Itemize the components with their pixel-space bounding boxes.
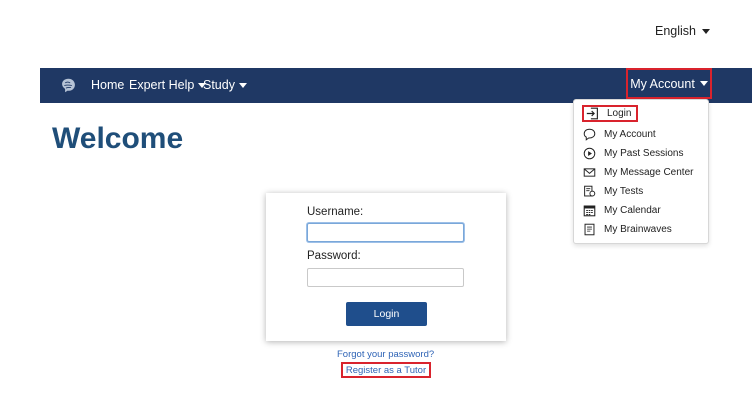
language-label: English [655,24,696,38]
nav-expert-help-label: Expert Help [129,78,195,92]
menu-item-label: My Account [604,129,656,140]
password-input[interactable] [307,268,464,287]
menu-item-tests[interactable]: My Tests [583,183,643,200]
menu-item-label: My Past Sessions [604,148,684,159]
menu-item-past-sessions[interactable]: My Past Sessions [583,145,683,162]
menu-item-my-account[interactable]: My Account [583,126,656,143]
top-navbar: Home Expert Help Study My Account [40,68,752,103]
brain-logo-icon[interactable] [60,77,77,94]
account-dropdown-menu: Login My Account My Past Sessions My Mes… [573,99,709,244]
register-tutor-label: Register as a Tutor [345,364,427,376]
menu-item-label: My Brainwaves [604,224,672,235]
nav-study-label: Study [203,78,235,92]
menu-item-calendar[interactable]: My Calendar [583,202,661,219]
play-circle-icon [583,147,596,160]
chevron-down-icon [702,28,710,34]
my-account-button[interactable]: My Account [626,68,712,99]
login-button[interactable]: Login [346,302,427,326]
chevron-down-icon [699,81,708,86]
nav-home[interactable]: Home [91,78,124,92]
my-account-label: My Account [630,76,695,91]
menu-item-label: My Tests [604,186,644,197]
username-input[interactable] [307,223,464,242]
menu-item-message-center[interactable]: My Message Center [583,164,693,181]
nav-home-label: Home [91,78,125,92]
login-form: Username: Password: Login [266,193,506,341]
menu-item-login[interactable]: Login [582,105,638,122]
chevron-down-icon [238,82,247,88]
nav-expert-help[interactable]: Expert Help [129,78,207,92]
menu-item-label: My Message Center [604,167,694,178]
password-label: Password: [307,250,361,262]
forgot-password-link[interactable]: Forgot your password? [337,349,434,360]
language-selector[interactable]: English [655,24,710,38]
menu-item-label: Login [607,108,632,119]
notepad-icon [584,223,595,236]
speech-bubble-icon [583,128,596,141]
menu-item-label: My Calendar [604,205,661,216]
login-icon [586,107,598,120]
test-badge-icon [584,185,596,197]
envelope-icon [583,168,596,177]
page-title: Welcome [52,122,184,155]
calendar-icon [583,205,596,217]
username-label: Username: [307,206,364,218]
nav-study[interactable]: Study [203,78,247,92]
register-tutor-link[interactable]: Register as a Tutor [341,362,431,378]
menu-item-brainwaves[interactable]: My Brainwaves [583,221,672,238]
